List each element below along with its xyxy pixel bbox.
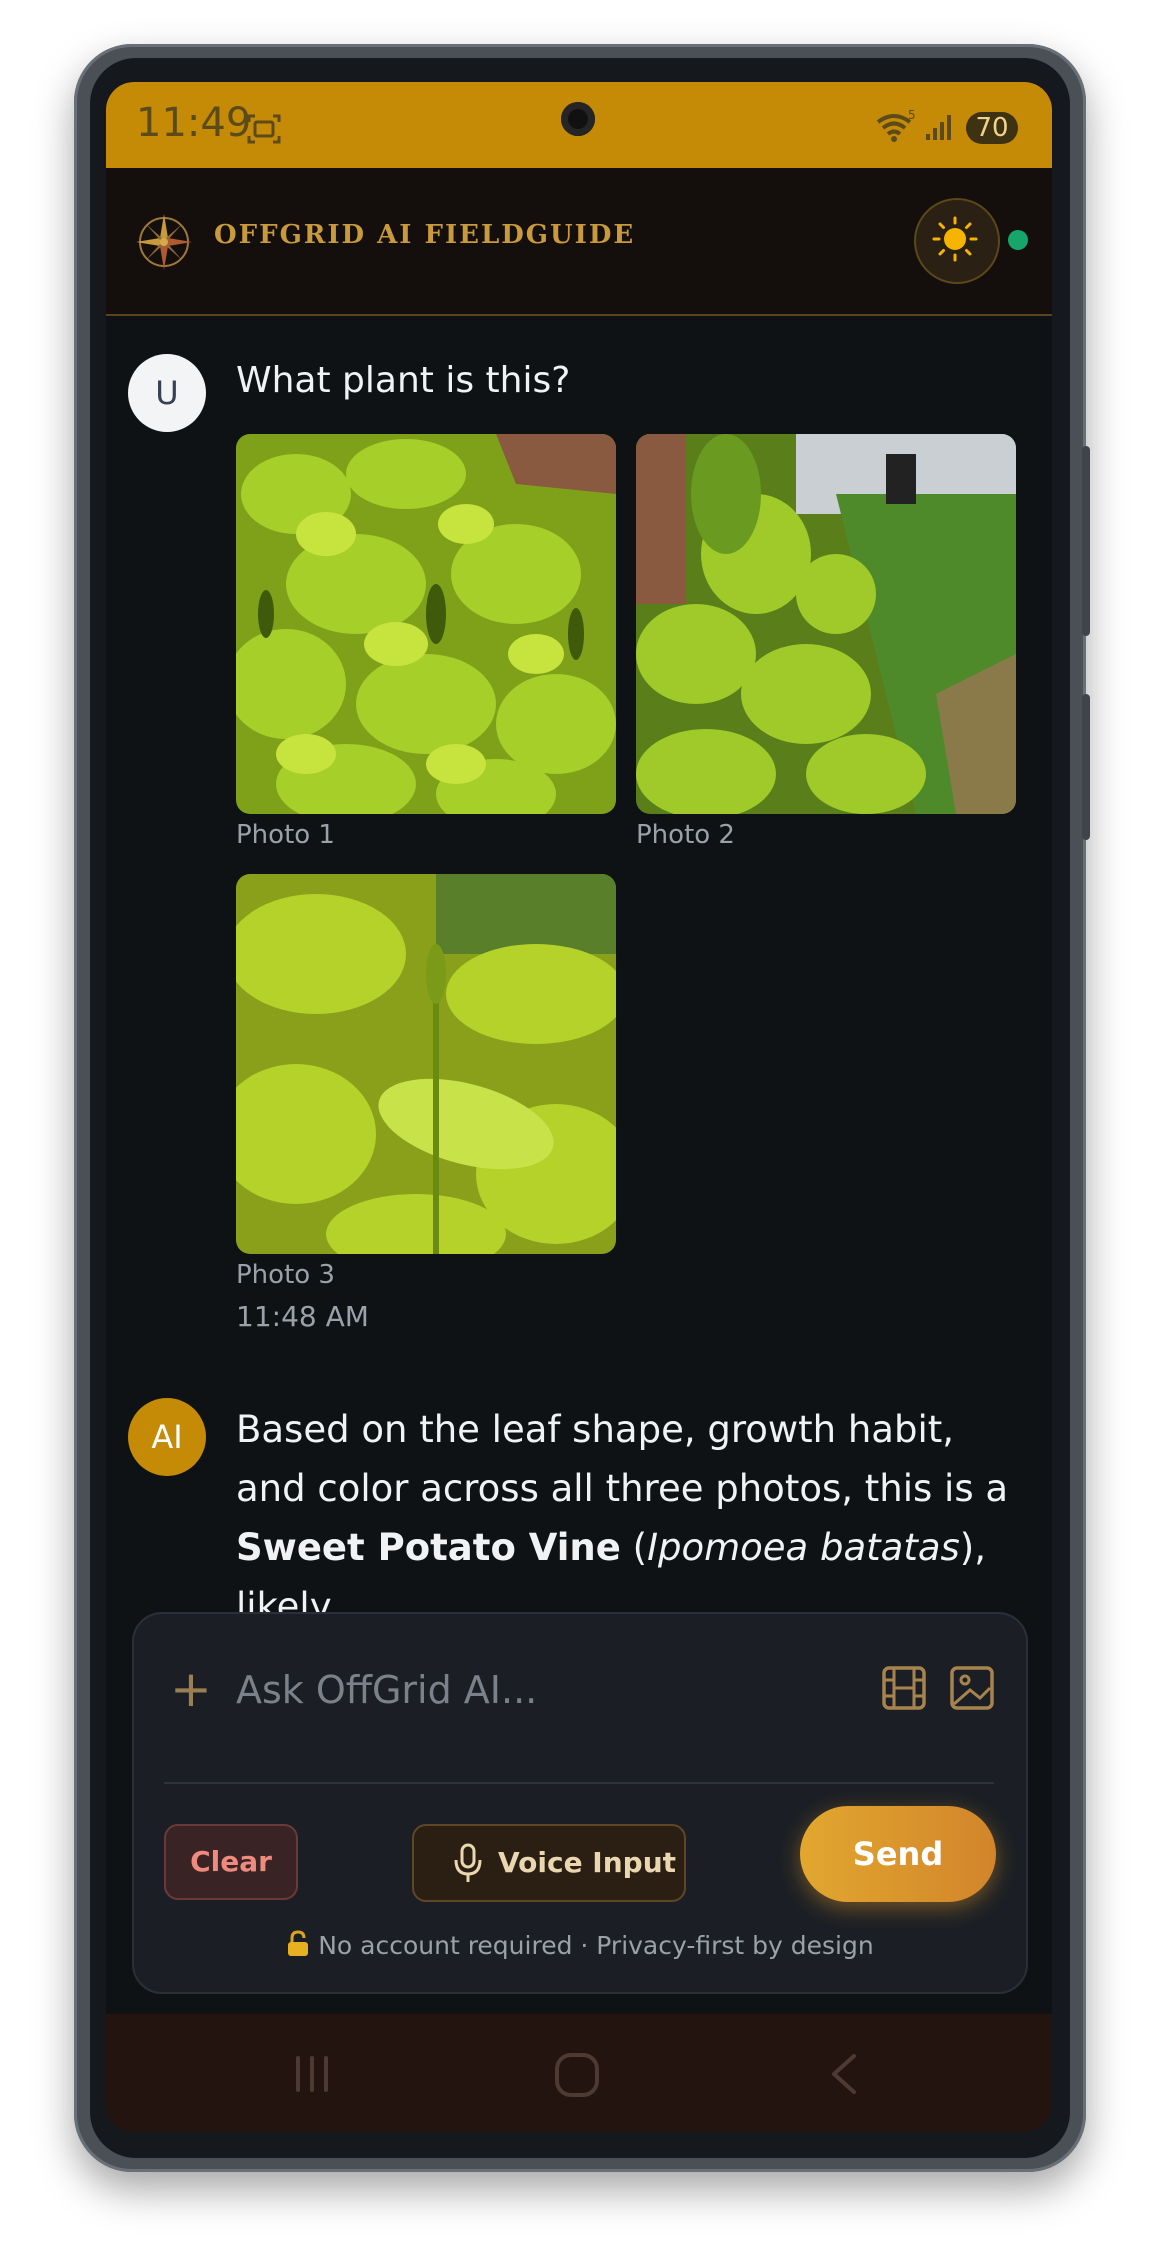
privacy-note: No account required · Privacy-first by d… bbox=[134, 1930, 1026, 1960]
photo-2[interactable] bbox=[636, 434, 1016, 814]
plus-icon[interactable]: + bbox=[170, 1664, 212, 1714]
compass-icon bbox=[134, 212, 194, 276]
message-composer: + Clear bbox=[132, 1612, 1028, 1994]
app-header: OFFGRID AI FIELDGUIDE bbox=[106, 168, 1052, 316]
microphone-icon bbox=[452, 1842, 484, 1891]
status-time: 11:49 bbox=[136, 100, 252, 146]
clear-button[interactable]: Clear bbox=[164, 1824, 298, 1900]
app-title: OFFGRID AI FIELDGUIDE bbox=[214, 220, 636, 250]
photo-1-label: Photo 1 bbox=[236, 820, 335, 850]
plant-scientific-name: Ipomoea batatas bbox=[647, 1526, 960, 1569]
phone-power-button bbox=[1082, 694, 1090, 840]
back-icon[interactable] bbox=[822, 2052, 866, 2100]
ai-avatar: AI bbox=[128, 1398, 206, 1476]
ai-text-part: Based on the leaf shape, growth habit, a… bbox=[236, 1408, 1009, 1510]
battery-icon: 70 bbox=[966, 112, 1018, 144]
signal-icon bbox=[924, 112, 956, 146]
status-bar: 11:49 5 70 bbox=[106, 82, 1052, 168]
online-status-dot bbox=[1008, 230, 1028, 250]
message-timestamp: 11:48 AM bbox=[236, 1300, 369, 1333]
lock-icon bbox=[286, 1930, 318, 1960]
plant-common-name: Sweet Potato Vine bbox=[236, 1526, 621, 1569]
composer-divider bbox=[164, 1782, 994, 1784]
home-icon[interactable] bbox=[552, 2050, 602, 2104]
ai-message-text: Based on the leaf shape, growth habit, a… bbox=[236, 1400, 1026, 1636]
voice-input-label: Voice Input bbox=[498, 1846, 677, 1879]
front-camera bbox=[561, 102, 595, 136]
user-avatar: U bbox=[128, 354, 206, 432]
sun-icon bbox=[932, 216, 978, 262]
network-badge: 5 bbox=[908, 110, 916, 122]
voice-input-button[interactable]: Voice Input bbox=[412, 1824, 686, 1902]
ai-text-part: ( bbox=[620, 1526, 648, 1569]
screenshot-icon bbox=[246, 112, 282, 150]
send-button[interactable]: Send bbox=[800, 1806, 996, 1902]
photo-2-label: Photo 2 bbox=[636, 820, 735, 850]
navigation-bar bbox=[106, 2014, 1052, 2132]
image-icon[interactable] bbox=[948, 1664, 996, 1716]
wifi-icon: 5 bbox=[874, 108, 918, 148]
privacy-text: No account required · Privacy-first by d… bbox=[318, 1931, 874, 1960]
phone-volume-button bbox=[1082, 446, 1090, 636]
video-icon[interactable] bbox=[880, 1664, 928, 1716]
chat-input[interactable] bbox=[234, 1654, 798, 1726]
recent-apps-icon[interactable] bbox=[290, 2052, 334, 2100]
theme-toggle-button[interactable] bbox=[914, 198, 1000, 284]
photo-3-label: Photo 3 bbox=[236, 1260, 335, 1290]
photo-3[interactable] bbox=[236, 874, 616, 1254]
user-message-text: What plant is this? bbox=[236, 360, 571, 401]
photo-1[interactable] bbox=[236, 434, 616, 814]
screen: 11:49 5 70 OFFGRID AI FIELDGUIDE U What … bbox=[106, 82, 1052, 2132]
